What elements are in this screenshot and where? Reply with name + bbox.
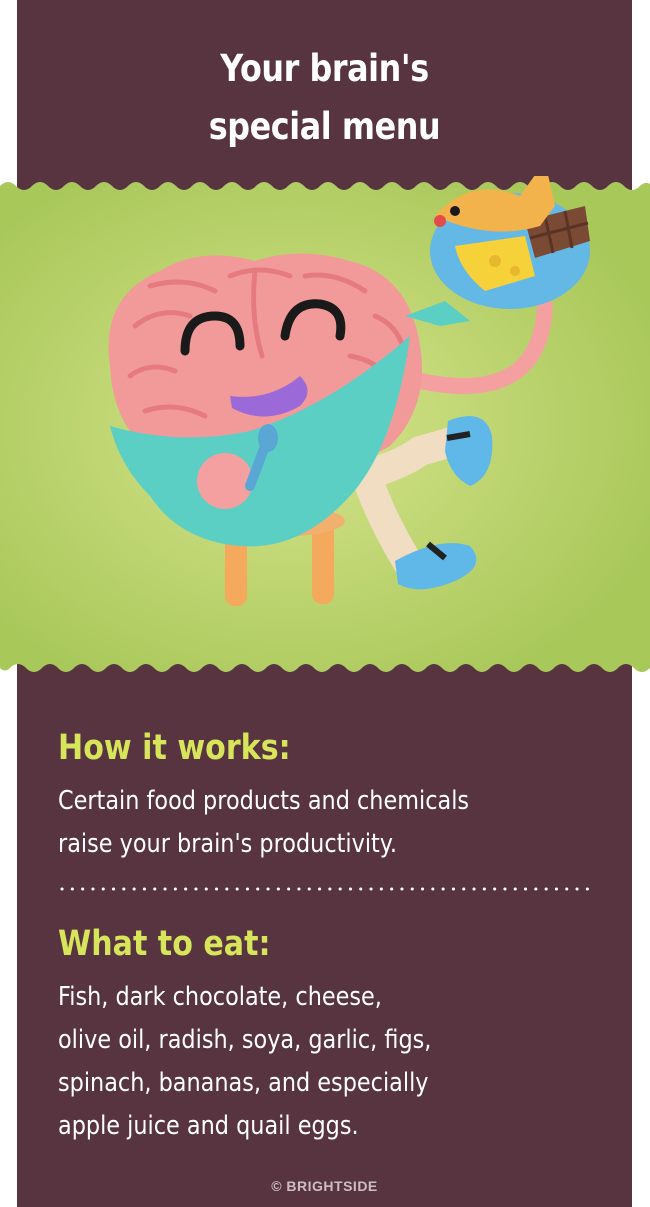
- what-to-eat-line: spinach, bananas, and especially: [58, 1068, 429, 1098]
- how-it-works-line: raise your brain's productivity.: [58, 829, 397, 859]
- title-line-1: Your brain's: [220, 47, 429, 90]
- how-it-works-section: How it works: Certain food products and …: [58, 726, 618, 866]
- what-to-eat-section: What to eat: Fish, dark chocolate, chees…: [58, 922, 618, 1148]
- what-to-eat-line: olive oil, radish, soya, garlic, figs,: [58, 1025, 432, 1055]
- what-to-eat-line: apple juice and quail eggs.: [58, 1111, 359, 1141]
- dotted-divider: [60, 887, 595, 891]
- brain-hand: [197, 453, 253, 509]
- brightside-credit: © BRIGHTSIDE: [271, 1178, 378, 1194]
- how-it-works-heading: How it works:: [58, 728, 291, 768]
- what-to-eat-heading: What to eat:: [58, 924, 271, 964]
- title-line-2: special menu: [208, 105, 441, 148]
- how-it-works-line: Certain food products and chemicals: [58, 786, 470, 816]
- what-to-eat-line: Fish, dark chocolate, cheese,: [58, 982, 382, 1012]
- page-title: Your brain's special menu: [60, 40, 589, 156]
- illustration-band: [0, 176, 650, 676]
- what-to-eat-text: Fish, dark chocolate, cheese, olive oil,…: [58, 976, 540, 1148]
- how-it-works-text: Certain food products and chemicals rais…: [58, 780, 540, 866]
- brain-illustration: [0, 176, 650, 672]
